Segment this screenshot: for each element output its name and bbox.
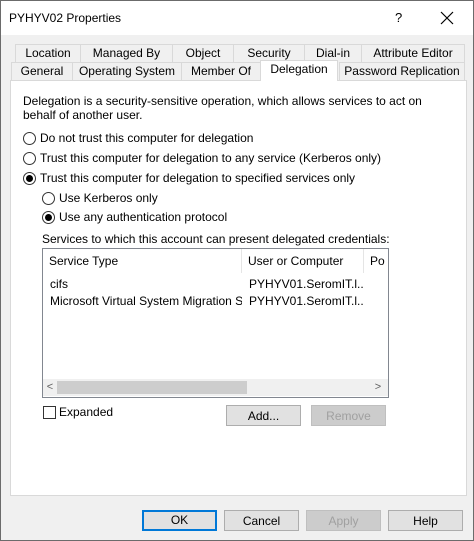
description-line-2: behalf of another user. bbox=[23, 108, 143, 122]
column-service-type[interactable]: Service Type bbox=[43, 249, 242, 273]
add-button[interactable]: Add... bbox=[226, 405, 301, 426]
title-bar: PYHYV02 Properties ? bbox=[1, 1, 473, 35]
tab-location[interactable]: Location bbox=[15, 44, 81, 62]
column-user-or-computer[interactable]: User or Computer bbox=[242, 249, 364, 273]
tab-row-bottom: General Operating System Member Of Deleg… bbox=[10, 60, 465, 81]
services-list[interactable]: Service Type User or Computer Po cifs PY… bbox=[42, 248, 389, 398]
tab-delegation[interactable]: Delegation bbox=[260, 60, 338, 81]
close-icon bbox=[440, 11, 454, 25]
remove-button[interactable]: Remove bbox=[311, 405, 386, 426]
tab-attribute-editor[interactable]: Attribute Editor bbox=[361, 44, 465, 62]
radio-any-service[interactable] bbox=[23, 152, 36, 165]
ok-button[interactable]: OK bbox=[142, 510, 217, 531]
tab-row-top: Location Managed By Object Security Dial… bbox=[10, 44, 465, 62]
tab-operating-system[interactable]: Operating System bbox=[72, 62, 182, 80]
services-label: Services to which this account can prese… bbox=[42, 232, 390, 246]
help-button[interactable]: Help bbox=[388, 510, 463, 531]
cancel-button[interactable]: Cancel bbox=[224, 510, 299, 531]
radio-any-protocol[interactable] bbox=[42, 211, 55, 224]
description-line-1: Delegation is a security-sensitive opera… bbox=[23, 94, 422, 108]
close-button[interactable] bbox=[433, 4, 461, 32]
tab-object[interactable]: Object bbox=[172, 44, 234, 62]
window-title: PYHYV02 Properties bbox=[9, 11, 122, 25]
column-port[interactable]: Po bbox=[364, 249, 388, 273]
table-row-cell-service[interactable]: cifs bbox=[50, 277, 240, 291]
table-row-cell-computer[interactable]: PYHYV01.SeromIT.l... bbox=[249, 277, 364, 291]
properties-dialog: PYHYV02 Properties ? Location Managed By… bbox=[0, 0, 474, 541]
radio-specified-services[interactable] bbox=[23, 172, 36, 185]
scroll-right-icon[interactable]: > bbox=[371, 380, 385, 395]
option-any-service-label[interactable]: Trust this computer for delegation to an… bbox=[40, 151, 381, 165]
scrollbar-thumb[interactable] bbox=[57, 381, 247, 394]
kerberos-only-label[interactable]: Use Kerberos only bbox=[59, 191, 158, 205]
horizontal-scrollbar[interactable]: < > bbox=[43, 379, 388, 396]
help-question-button[interactable]: ? bbox=[395, 10, 402, 25]
radio-kerberos-only[interactable] bbox=[42, 192, 55, 205]
option-no-delegation-label[interactable]: Do not trust this computer for delegatio… bbox=[40, 131, 253, 145]
table-row-cell-computer[interactable]: PYHYV01.SeromIT.l... bbox=[249, 294, 364, 308]
expanded-label[interactable]: Expanded bbox=[59, 405, 113, 419]
option-specified-services-label[interactable]: Trust this computer for delegation to sp… bbox=[40, 171, 355, 185]
tab-general[interactable]: General bbox=[11, 62, 73, 80]
tab-member-of[interactable]: Member Of bbox=[181, 62, 261, 80]
radio-no-delegation[interactable] bbox=[23, 132, 36, 145]
any-protocol-label[interactable]: Use any authentication protocol bbox=[59, 210, 227, 224]
scroll-left-icon[interactable]: < bbox=[43, 380, 57, 395]
table-row-cell-service[interactable]: Microsoft Virtual System Migration Ser..… bbox=[50, 294, 242, 308]
tab-password-replication[interactable]: Password Replication bbox=[339, 62, 465, 80]
apply-button[interactable]: Apply bbox=[306, 510, 381, 531]
tab-managed-by[interactable]: Managed By bbox=[80, 44, 173, 62]
expanded-checkbox[interactable] bbox=[43, 406, 56, 419]
